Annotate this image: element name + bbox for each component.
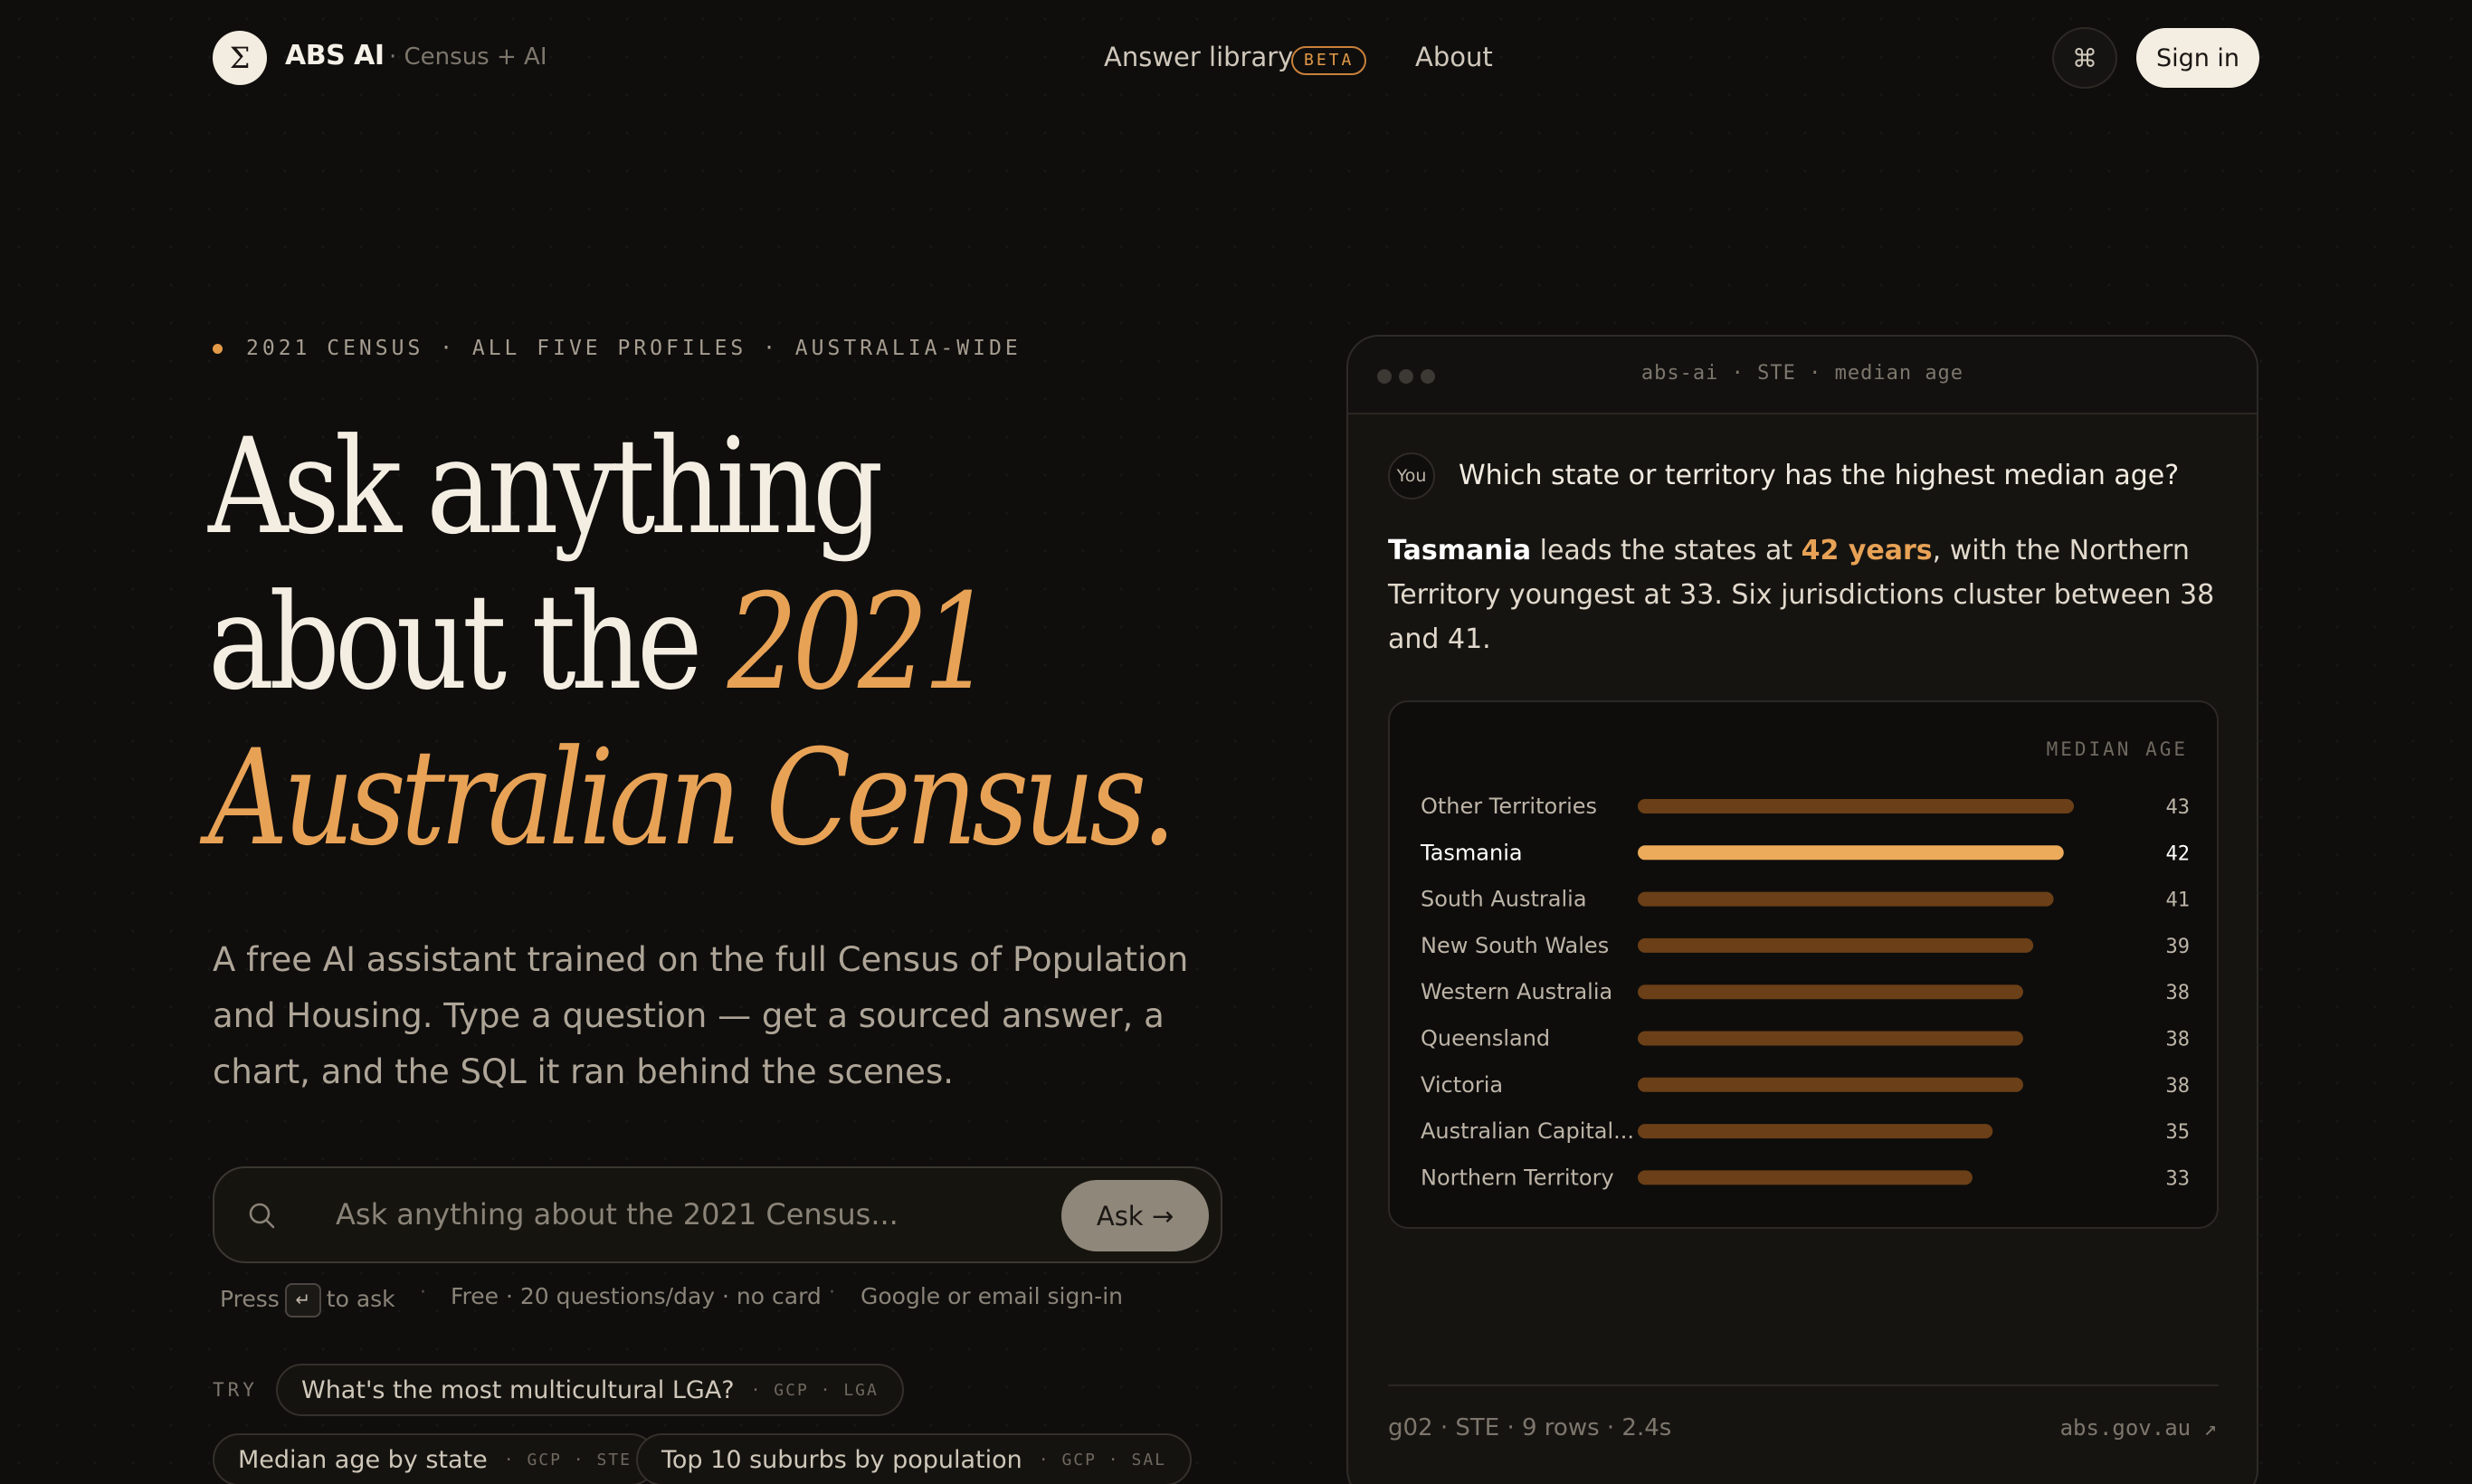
- chart-bar: [1638, 937, 2034, 953]
- hint-signin: Google or email sign-in: [860, 1283, 1124, 1309]
- search-input[interactable]: Ask anything about the 2021 Census...: [336, 1197, 898, 1232]
- query-metadata: g02 · STE · 9 rows · 2.4s: [1388, 1414, 1672, 1441]
- search-icon: [249, 1203, 275, 1229]
- answer-highlight-state: Tasmania: [1388, 535, 1532, 566]
- chart-category-label: Northern Territory: [1421, 1165, 1614, 1190]
- chart-category-label: South Australia: [1421, 887, 1587, 912]
- median-age-chart: MEDIAN AGE Other Territories 43 Tasmania 42…: [1388, 700, 2219, 1229]
- chart-bar: [1638, 891, 2054, 907]
- chart-value-label: 39: [2166, 936, 2191, 958]
- hero-eyebrow: 2021 CENSUS · ALL FIVE PROFILES · AUSTRA…: [213, 337, 1022, 360]
- beta-badge: BETA: [1291, 46, 1367, 75]
- command-palette-button[interactable]: ⌘: [2052, 27, 2117, 89]
- top-nav: Σ ABS AI · Census + AI Answer library BE…: [0, 0, 2472, 116]
- chip-question: What's the most multicultural LGA?: [301, 1375, 735, 1404]
- try-label: TRY: [213, 1379, 258, 1401]
- hero-headline: Ask anything about the 2021 Australian C…: [208, 409, 1176, 876]
- chart-bar: [1638, 1124, 1993, 1139]
- suggestion-chip[interactable]: What's the most multicultural LGA? · GCP…: [276, 1364, 904, 1416]
- status-dot-icon: [213, 343, 223, 354]
- chart-value-label: 35: [2166, 1121, 2191, 1144]
- chart-bar: [1638, 1077, 2023, 1092]
- user-question: Which state or territory has the highest…: [1459, 460, 2180, 491]
- ask-search-box[interactable]: Ask anything about the 2021 Census... As…: [213, 1166, 1222, 1263]
- chip-tag: · GCP · STE: [503, 1450, 632, 1470]
- chart-bar: [1638, 1031, 2023, 1046]
- chip-question: Top 10 suburbs by population: [661, 1445, 1022, 1474]
- chart-value-label: 42: [2166, 842, 2191, 865]
- chip-tag: · GCP · SAL: [1038, 1450, 1166, 1470]
- headline-line-1: Ask anything: [208, 410, 883, 564]
- hero-description: A free AI assistant trained on the full …: [213, 940, 1189, 1091]
- card-footer-divider: [1388, 1384, 2219, 1386]
- chart-category-label: Tasmania: [1420, 840, 1523, 865]
- chart-bar: [1638, 799, 2074, 813]
- suggestion-chip[interactable]: Median age by state · GCP · STE: [213, 1433, 657, 1484]
- source-link[interactable]: abs.gov.au ↗: [2060, 1415, 2217, 1441]
- logo-icon[interactable]: Σ: [213, 31, 267, 85]
- ask-button[interactable]: Ask →: [1061, 1180, 1209, 1251]
- chart-category-label: Queensland: [1421, 1026, 1550, 1051]
- chart-category-label: Victoria: [1421, 1072, 1503, 1098]
- bar-chart-svg: Other Territories 43 Tasmania 42 South Austr…: [1420, 794, 2191, 1190]
- headline-line-3: Australian Census.: [208, 721, 1176, 875]
- nav-about[interactable]: About: [1415, 42, 1493, 72]
- chip-tag: · GCP · LGA: [750, 1380, 879, 1400]
- chart-bar: [1638, 845, 2064, 861]
- brand-name[interactable]: ABS AI: [285, 40, 385, 71]
- chart-bar: [1638, 1170, 1973, 1185]
- hint-separator: ·: [420, 1281, 426, 1304]
- chart-category-label: Australian Capital...: [1421, 1118, 1634, 1144]
- command-icon: ⌘: [2072, 43, 2097, 73]
- chart-bar: [1638, 985, 2023, 1000]
- chart-value-label: 38: [2166, 1075, 2191, 1098]
- sign-in-button[interactable]: Sign in: [2136, 28, 2259, 88]
- card-title: abs-ai · STE · median age: [1640, 362, 1964, 385]
- chip-question: Median age by state: [238, 1445, 488, 1474]
- hint-free: Free · 20 questions/day · no card: [451, 1283, 822, 1309]
- chart-value-label: 33: [2166, 1167, 2191, 1190]
- headline-year: 2021: [727, 566, 994, 719]
- chart-value-label: 38: [2166, 1029, 2191, 1051]
- hint-press-enter: Press ↵ to ask: [220, 1283, 395, 1318]
- eyebrow-text: 2021 CENSUS · ALL FIVE PROFILES · AUSTRA…: [246, 337, 1022, 360]
- chart-value-label: 43: [2166, 796, 2191, 819]
- headline-line-2: about the 2021: [208, 565, 1171, 720]
- card-titlebar: abs-ai · STE · median age: [1348, 337, 2257, 414]
- chart-value-label: 41: [2166, 889, 2191, 912]
- user-avatar: You: [1388, 452, 1435, 499]
- chart-value-label: 38: [2166, 982, 2191, 1004]
- brand-tagline: · Census + AI: [389, 43, 547, 71]
- enter-key-icon: ↵: [284, 1283, 321, 1318]
- hint-press: Press: [220, 1286, 280, 1312]
- headline-line-2-plain: about the: [208, 566, 727, 719]
- chart-category-label: Other Territories: [1421, 794, 1597, 819]
- demo-answer-card: abs-ai · STE · median age You Which stat…: [1346, 335, 2258, 1484]
- hint-separator: ·: [829, 1281, 835, 1304]
- ai-answer: Tasmania leads the states at 42 years, w…: [1388, 528, 2230, 661]
- answer-text-1: leads the states at: [1531, 535, 1802, 566]
- nav-answer-library[interactable]: Answer library: [1104, 42, 1293, 72]
- suggestion-chip[interactable]: Top 10 suburbs by population · GCP · SAL: [636, 1433, 1192, 1484]
- chart-category-label: New South Wales: [1421, 933, 1609, 958]
- chart-category-label: Western Australia: [1421, 979, 1612, 1004]
- answer-highlight-value: 42 years: [1801, 535, 1933, 566]
- hint-to-ask: to ask: [326, 1286, 395, 1312]
